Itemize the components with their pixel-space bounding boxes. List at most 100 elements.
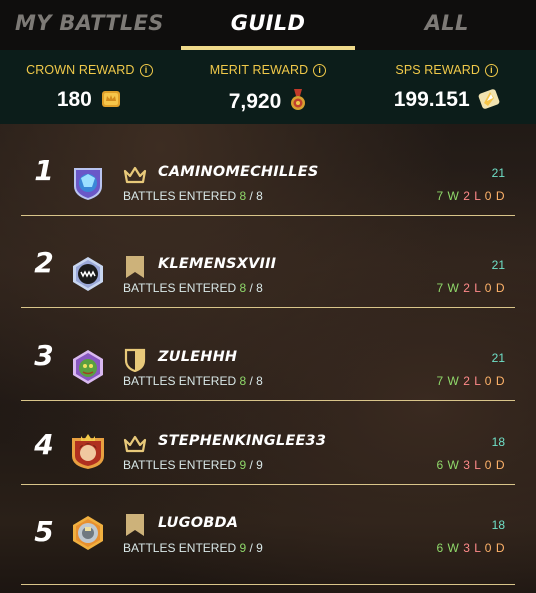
draws: 0 [484,541,492,555]
losses: 2 [463,281,471,295]
crown-token-icon [100,88,122,116]
wins-label: W [447,374,460,388]
avatar[interactable] [68,347,108,387]
win-loss-draw: 6 W 3 L 0 D [436,541,505,555]
battles-entered-label: BATTLES ENTERED [123,541,237,555]
crown-reward: CROWN REWARD i 180 [0,50,179,124]
list-item[interactable]: 1 CAMINOMECHILLES BATTLES ENTERED 8 / 8 … [21,124,515,216]
merit-medal-icon [289,88,307,118]
battle-tabs: MY BATTLES GUILD ALL [0,0,536,50]
list-item[interactable]: 2 KLEMENSXVIII BATTLES ENTERED 8 / 8 21 … [21,216,515,308]
battles-entered: BATTLES ENTERED 8 / 8 [123,189,263,203]
battles-entered: BATTLES ENTERED 9 / 9 [123,458,263,472]
losses-label: L [474,458,481,472]
info-icon[interactable]: i [313,64,327,77]
battles-total: / 9 [249,458,263,472]
tab-my-battles[interactable]: MY BATTLES [0,0,179,50]
battles-entered-label: BATTLES ENTERED [123,374,237,388]
score: 18 [491,435,505,449]
merit-reward-value: 7,920 [228,90,282,113]
draws-label: D [495,374,505,388]
shield-icon [123,348,147,373]
battles-entered-label: BATTLES ENTERED [123,458,237,472]
losses-label: L [474,374,481,388]
player-name[interactable]: LUGOBDA [158,515,238,531]
battles-entered: BATTLES ENTERED 8 / 8 [123,374,263,388]
battles-done: 8 [239,189,247,203]
rewards-bar: CROWN REWARD i 180 MERIT REWARD i 7,920 SP… [0,50,536,124]
avatar[interactable] [68,162,108,202]
sps-reward: SPS REWARD i 199.151 [357,50,536,124]
rank-number: 1 [34,154,54,187]
sps-crystal-icon [478,88,500,116]
player-name[interactable]: CAMINOMECHILLES [158,164,318,180]
crown-reward-label: CROWN REWARD [26,63,135,77]
crown-icon [123,432,147,456]
wins: 7 [436,281,444,295]
wins-label: W [447,189,460,203]
wins-label: W [447,281,460,295]
tab-guild[interactable]: GUILD [179,0,358,50]
tab-all[interactable]: ALL [357,0,536,50]
wins: 7 [436,374,444,388]
avatar[interactable] [68,513,108,553]
losses: 2 [463,189,471,203]
banner-icon [123,255,147,279]
battles-total: / 8 [249,189,263,203]
player-name[interactable]: ZULEHHH [158,349,237,365]
score: 18 [491,518,505,532]
score: 21 [491,351,505,365]
score: 21 [491,166,505,180]
player-name[interactable]: KLEMENSXVIII [158,256,276,272]
avatar[interactable] [68,254,108,294]
win-loss-draw: 7 W 2 L 0 D [436,374,505,388]
wins-label: W [447,458,460,472]
win-loss-draw: 7 W 2 L 0 D [436,281,505,295]
battles-done: 8 [239,281,247,295]
guild-leaderboard: 1 CAMINOMECHILLES BATTLES ENTERED 8 / 8 … [0,124,536,593]
crown-reward-value: 180 [56,88,92,111]
avatar[interactable] [68,430,108,470]
battles-total: / 8 [249,281,263,295]
losses-label: L [474,281,481,295]
list-item[interactable]: 4 STEPHENKINGLEE33 BATTLES ENTERED 9 / 9… [21,402,515,485]
losses: 3 [463,458,471,472]
sps-reward-value: 199.151 [393,88,470,111]
battles-entered: BATTLES ENTERED 9 / 9 [123,541,263,555]
score: 21 [491,258,505,272]
rank-number: 4 [34,428,54,461]
draws-label: D [495,281,505,295]
battles-done: 9 [239,541,247,555]
draws-label: D [495,541,505,555]
rank-number: 2 [34,246,54,279]
banner-icon [123,513,147,537]
battles-done: 8 [239,374,247,388]
merit-reward: MERIT REWARD i 7,920 [179,50,358,124]
crown-icon [123,163,147,187]
losses: 2 [463,374,471,388]
sps-reward-label: SPS REWARD [395,63,480,77]
battles-entered-label: BATTLES ENTERED [123,281,237,295]
wins: 6 [436,458,444,472]
battles-total: / 8 [249,374,263,388]
win-loss-draw: 7 W 2 L 0 D [436,189,505,203]
battles-total: / 9 [249,541,263,555]
rank-number: 3 [34,339,54,372]
draws: 0 [484,458,492,472]
draws-label: D [495,458,505,472]
draws: 0 [484,281,492,295]
wins: 6 [436,541,444,555]
list-item[interactable]: 5 LUGOBDA BATTLES ENTERED 9 / 9 18 6 W 3… [21,485,515,585]
battles-entered-label: BATTLES ENTERED [123,189,237,203]
rank-number: 5 [34,515,54,548]
battles-done: 9 [239,458,247,472]
info-icon[interactable]: i [484,64,498,77]
losses: 3 [463,541,471,555]
player-name[interactable]: STEPHENKINGLEE33 [158,433,326,449]
losses-label: L [474,189,481,203]
merit-reward-label: MERIT REWARD [209,63,309,77]
draws: 0 [484,189,492,203]
info-icon[interactable]: i [139,64,153,77]
draws: 0 [484,374,492,388]
list-item[interactable]: 3 ZULEHHH BATTLES ENTERED 8 / 8 21 7 W 2… [21,309,515,401]
